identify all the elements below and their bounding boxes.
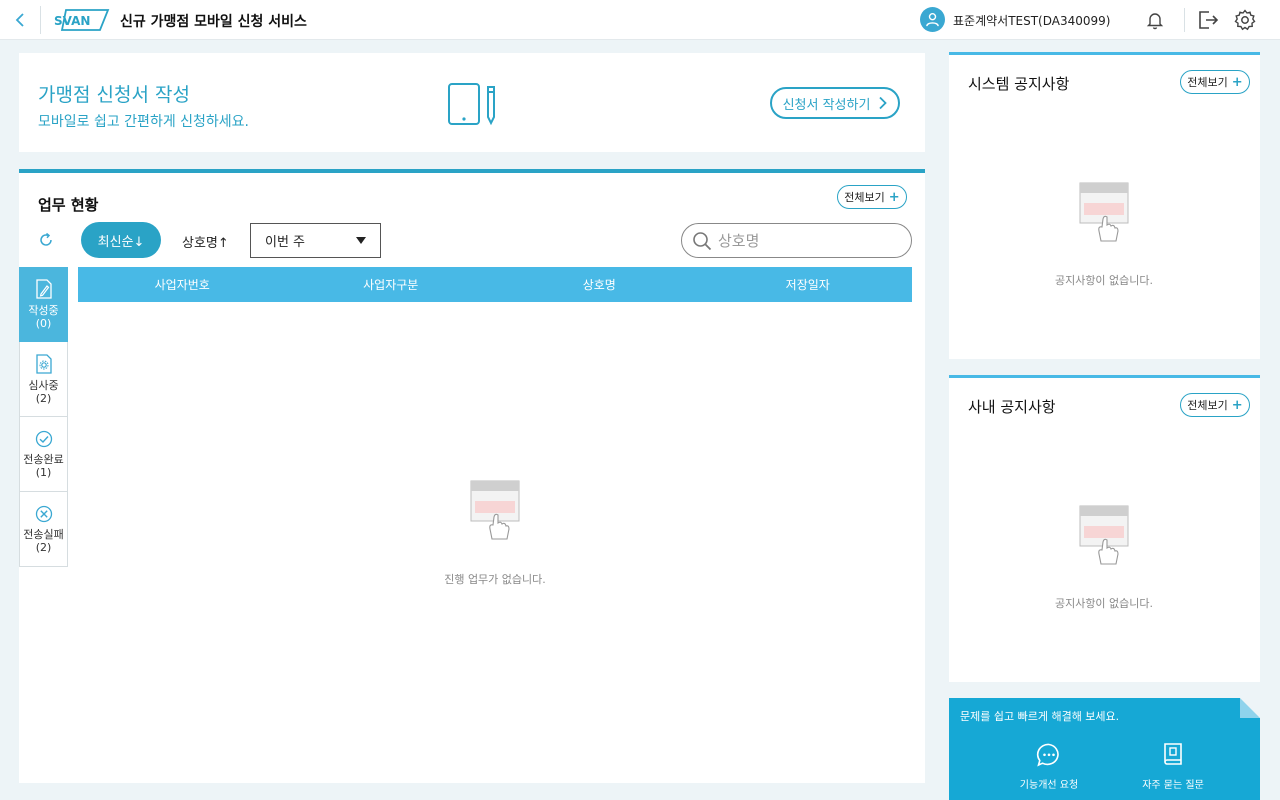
settings-button[interactable] xyxy=(1233,8,1257,32)
status-tab-label: 전송완료 xyxy=(23,452,64,466)
empty-notice-icon xyxy=(1079,182,1129,242)
status-tab-reviewing[interactable]: 심사중 (2) xyxy=(19,342,68,417)
page-fold-decoration xyxy=(1240,698,1260,718)
plus-icon: + xyxy=(1231,74,1243,90)
status-tab-count: (2) xyxy=(35,391,52,405)
back-button[interactable] xyxy=(8,8,32,32)
faq-label: 자주 묻는 질문 xyxy=(1142,780,1204,791)
sort-name-button[interactable]: 상호명↑ xyxy=(182,232,229,251)
document-pencil-icon xyxy=(35,279,52,299)
search-box[interactable] xyxy=(681,223,912,258)
company-notice-view-all-label: 전체보기 xyxy=(1187,399,1228,412)
column-company-name[interactable]: 상호명 xyxy=(495,276,704,293)
plus-icon: + xyxy=(1231,397,1243,413)
work-empty-text: 진행 업무가 없습니다. xyxy=(444,573,546,586)
bell-icon xyxy=(1146,13,1164,30)
system-notice-view-all-button[interactable]: 전체보기 + xyxy=(1180,70,1250,94)
gear-icon xyxy=(1234,9,1256,31)
empty-list-icon xyxy=(470,480,520,540)
search-icon xyxy=(693,231,712,250)
status-tab-count: (2) xyxy=(35,540,52,554)
help-text: 문제를 쉽고 빠르게 해결해 보세요. xyxy=(960,710,1120,723)
svan-logo[interactable]: SVAN xyxy=(52,8,110,32)
x-circle-icon xyxy=(35,505,52,522)
write-application-label: 신청서 작성하기 xyxy=(782,97,871,113)
system-notice-empty-text: 공지사항이 없습니다. xyxy=(1054,274,1154,287)
chevron-right-icon xyxy=(879,96,888,110)
status-tab-sent[interactable]: 전송완료 (1) xyxy=(19,417,68,492)
faq-button[interactable]: 자주 묻는 질문 xyxy=(1118,742,1228,791)
plus-icon: + xyxy=(888,189,900,205)
empty-notice-icon xyxy=(1079,505,1129,565)
column-save-date[interactable]: 저장일자 xyxy=(704,276,913,293)
work-status-panel: 업무 현황 전체보기 + 최신순↓ 상호명↑ 이번 주 작성중 (0) 심사중 … xyxy=(19,169,925,783)
status-tabs: 작성중 (0) 심사중 (2) 전송완료 (1) 전송실패 (2) xyxy=(19,267,69,567)
write-application-button[interactable]: 신청서 작성하기 xyxy=(770,87,900,119)
check-circle-icon xyxy=(35,430,52,447)
help-panel: 문제를 쉽고 빠르게 해결해 보세요. 기능개선 요청 자주 묻는 질문 xyxy=(949,698,1260,800)
status-tab-label: 심사중 xyxy=(28,378,59,392)
search-input[interactable] xyxy=(718,231,898,250)
status-tab-failed[interactable]: 전송실패 (2) xyxy=(19,492,68,567)
company-notice-view-all-button[interactable]: 전체보기 + xyxy=(1180,393,1250,417)
header-divider xyxy=(40,6,41,34)
banner-subtitle: 모바일로 쉽고 간편하게 신청하세요. xyxy=(38,114,249,130)
book-icon xyxy=(1164,743,1182,765)
company-notice-empty-text: 공지사항이 없습니다. xyxy=(1054,597,1154,610)
company-notice-panel: 사내 공지사항 전체보기 + 공지사항이 없습니다. xyxy=(949,375,1260,682)
work-view-all-label: 전체보기 xyxy=(844,191,885,204)
work-view-all-button[interactable]: 전체보기 + xyxy=(837,185,907,209)
notification-button[interactable] xyxy=(1144,9,1166,31)
system-notice-view-all-label: 전체보기 xyxy=(1187,76,1228,89)
tablet-pen-icon xyxy=(448,83,495,126)
chat-bubble-icon xyxy=(1036,743,1059,767)
refresh-button[interactable] xyxy=(35,229,57,251)
application-banner: 가맹점 신청서 작성 모바일로 쉽고 간편하게 신청하세요. 신청서 작성하기 xyxy=(19,53,925,152)
status-tab-count: (0) xyxy=(35,317,52,330)
column-business-number[interactable]: 사업자번호 xyxy=(78,276,287,293)
work-table-header: 사업자번호 사업자구분 상호명 저장일자 xyxy=(78,267,912,302)
status-tab-writing[interactable]: 작성중 (0) xyxy=(19,267,68,342)
company-notice-title: 사내 공지사항 xyxy=(968,398,1056,416)
sort-latest-button[interactable]: 최신순↓ xyxy=(81,222,161,258)
system-notice-title: 시스템 공지사항 xyxy=(968,75,1070,93)
user-avatar[interactable] xyxy=(920,7,945,32)
logo-text: SVAN xyxy=(54,14,90,28)
logout-icon xyxy=(1199,11,1219,29)
chevron-left-icon xyxy=(15,13,24,27)
status-tab-label: 작성중 xyxy=(28,304,59,317)
feature-request-button[interactable]: 기능개선 요청 xyxy=(994,742,1104,791)
user-icon xyxy=(926,12,939,27)
logout-button[interactable] xyxy=(1196,8,1220,32)
user-name: 표준계약서TEST(DA340099) xyxy=(953,14,1111,28)
period-select[interactable]: 이번 주 xyxy=(250,223,381,258)
document-gear-icon xyxy=(35,353,52,374)
status-tab-count: (1) xyxy=(35,465,52,479)
header-divider-right xyxy=(1184,8,1185,32)
app-title: 신규 가맹점 모바일 신청 서비스 xyxy=(120,14,307,30)
banner-title: 가맹점 신청서 작성 xyxy=(38,84,190,106)
period-selected-value: 이번 주 xyxy=(265,235,306,250)
status-tab-label: 전송실패 xyxy=(23,527,64,541)
logo-mark: SVAN xyxy=(54,9,110,31)
refresh-icon xyxy=(40,232,52,246)
caret-down-icon xyxy=(356,236,366,244)
system-notice-panel: 시스템 공지사항 전체보기 + 공지사항이 없습니다. xyxy=(949,52,1260,359)
work-status-title: 업무 현황 xyxy=(38,196,99,214)
app-header: SVAN 신규 가맹점 모바일 신청 서비스 표준계약서TEST(DA34009… xyxy=(0,0,1280,40)
column-business-type[interactable]: 사업자구분 xyxy=(287,276,496,293)
feature-request-label: 기능개선 요청 xyxy=(1019,780,1079,791)
